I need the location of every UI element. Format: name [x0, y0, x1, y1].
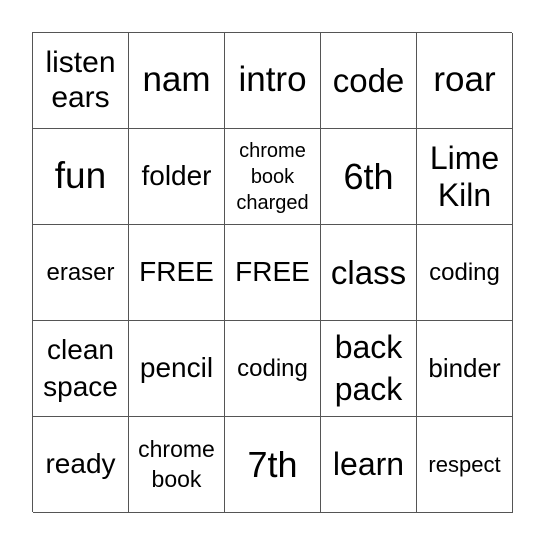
bingo-cell[interactable]: Lime Kiln	[417, 129, 513, 225]
bingo-cell[interactable]: back pack	[321, 321, 417, 417]
bingo-cell[interactable]: code	[321, 33, 417, 129]
bingo-cell-free[interactable]: FREE	[129, 225, 225, 321]
bingo-cell[interactable]: fun	[33, 129, 129, 225]
bingo-cell[interactable]: ready	[33, 417, 129, 513]
bingo-cell[interactable]: intro	[225, 33, 321, 129]
bingo-cell[interactable]: pencil	[129, 321, 225, 417]
bingo-cell[interactable]: eraser	[33, 225, 129, 321]
bingo-cell[interactable]: class	[321, 225, 417, 321]
bingo-cell[interactable]: 6th	[321, 129, 417, 225]
bingo-cell-free[interactable]: FREE	[225, 225, 321, 321]
bingo-cell[interactable]: listen ears	[33, 33, 129, 129]
bingo-cell[interactable]: roar	[417, 33, 513, 129]
bingo-cell[interactable]: chrome book charged	[225, 129, 321, 225]
bingo-cell[interactable]: learn	[321, 417, 417, 513]
bingo-cell[interactable]: respect	[417, 417, 513, 513]
bingo-card: listen ears nam intro code roar fun fold…	[32, 32, 513, 513]
bingo-cell[interactable]: coding	[417, 225, 513, 321]
bingo-cell[interactable]: folder	[129, 129, 225, 225]
bingo-cell[interactable]: 7th	[225, 417, 321, 513]
bingo-cell[interactable]: nam	[129, 33, 225, 129]
bingo-cell[interactable]: coding	[225, 321, 321, 417]
bingo-cell[interactable]: chrome book	[129, 417, 225, 513]
bingo-cell[interactable]: clean space	[33, 321, 129, 417]
bingo-cell[interactable]: binder	[417, 321, 513, 417]
